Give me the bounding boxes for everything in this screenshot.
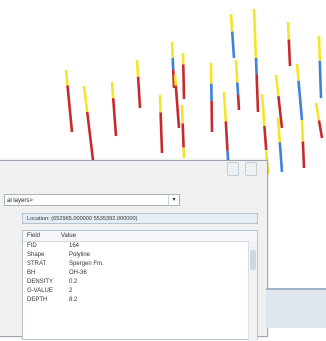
borehole-segment[interactable] (113, 98, 116, 136)
attributes-table: Field Value FID 164 Shape Polyline STRAT… (22, 230, 258, 340)
borehole-segment[interactable] (84, 86, 87, 112)
borehole-segment[interactable] (238, 95, 239, 110)
borehole-segment[interactable] (236, 60, 237, 83)
borehole-segment[interactable] (316, 103, 319, 121)
borehole-segment[interactable] (224, 92, 226, 121)
borehole-segment[interactable] (303, 142, 304, 168)
location-value: (652965.000000 5535392.000000) (51, 216, 137, 222)
field-value: OH-36 (69, 269, 87, 278)
borehole-segment[interactable] (232, 32, 234, 58)
borehole-segment[interactable] (231, 14, 232, 32)
layers-dropdown-value: al layers> (7, 198, 33, 204)
borehole-segment[interactable] (173, 58, 174, 70)
borehole-segment[interactable] (256, 58, 257, 74)
field-name: Shape (27, 251, 44, 260)
location-label: Location: (27, 216, 50, 222)
borehole-segment[interactable] (320, 61, 321, 98)
borehole-segment[interactable] (175, 75, 176, 86)
borehole-segment[interactable] (288, 22, 289, 40)
table-row: Shape Polyline (23, 251, 257, 260)
borehole-segment[interactable] (264, 126, 266, 150)
borehole-segment[interactable] (254, 9, 256, 60)
borehole-segment[interactable] (87, 112, 93, 160)
table-rows: FID 164 Shape Polyline STRAT Spergen Fm.… (23, 242, 257, 305)
field-name: FID (27, 242, 37, 251)
table-row: STRAT Spergen Fm. (23, 260, 257, 269)
vertical-scrollbar[interactable] (248, 241, 257, 341)
borehole-segment[interactable] (138, 77, 140, 108)
borehole-segment[interactable] (262, 94, 264, 126)
borehole-segment[interactable] (276, 75, 278, 96)
window-control-button[interactable] (245, 162, 257, 176)
borehole-segment[interactable] (112, 82, 113, 98)
layers-dropdown[interactable]: al layers> ▾ (4, 194, 180, 206)
column-header-value: Value (61, 231, 76, 241)
borehole-segment[interactable] (226, 121, 228, 150)
field-value: 164 (69, 242, 79, 251)
field-value: 8.2 (69, 296, 77, 305)
field-value: Polyline (69, 251, 90, 260)
table-row: BH OH-36 (23, 269, 257, 278)
field-name: G-VALUE (27, 287, 53, 296)
side-panel-edge (266, 288, 326, 328)
borehole-segment[interactable] (278, 118, 280, 142)
borehole-segment[interactable] (173, 70, 174, 88)
location-readout: Location: (652965.000000 5535392.000000) (22, 213, 258, 224)
field-value: 0.2 (69, 278, 77, 287)
column-header-field: Field (27, 231, 40, 241)
borehole-segment[interactable] (161, 112, 162, 153)
borehole-segment[interactable] (237, 83, 238, 96)
field-name: DEPTH (27, 296, 47, 305)
borehole-segment[interactable] (257, 74, 258, 112)
borehole-segment[interactable] (182, 105, 183, 124)
field-name: STRAT (27, 260, 46, 269)
field-name: DENSITY (27, 278, 53, 287)
borehole-segment[interactable] (319, 121, 322, 139)
table-header: Field Value (23, 231, 257, 242)
table-row: DEPTH 8.2 (23, 296, 257, 305)
borehole-segment[interactable] (280, 142, 282, 172)
field-name: BH (27, 269, 35, 278)
table-row: FID 164 (23, 242, 257, 251)
table-row: G-VALUE 2 (23, 287, 257, 296)
borehole-segment[interactable] (299, 81, 303, 120)
borehole-segment[interactable] (176, 86, 179, 128)
table-row: DENSITY 0.2 (23, 278, 257, 287)
borehole-segment[interactable] (172, 42, 173, 58)
chevron-down-icon[interactable]: ▾ (168, 195, 179, 205)
borehole-segment[interactable] (160, 95, 161, 112)
borehole-segment[interactable] (297, 64, 299, 81)
field-value: Spergen Fm. (69, 260, 104, 269)
borehole-segment[interactable] (319, 36, 320, 61)
scrollbar-thumb[interactable] (250, 250, 256, 270)
borehole-segment[interactable] (183, 65, 184, 100)
borehole-segment[interactable] (66, 70, 68, 86)
borehole-segment[interactable] (302, 120, 303, 142)
borehole-segment[interactable] (289, 40, 290, 66)
borehole-segment[interactable] (137, 60, 138, 77)
window-control-button[interactable] (227, 162, 239, 176)
borehole-segment[interactable] (183, 124, 184, 148)
borehole-segment[interactable] (68, 86, 73, 133)
field-value: 2 (69, 287, 72, 296)
